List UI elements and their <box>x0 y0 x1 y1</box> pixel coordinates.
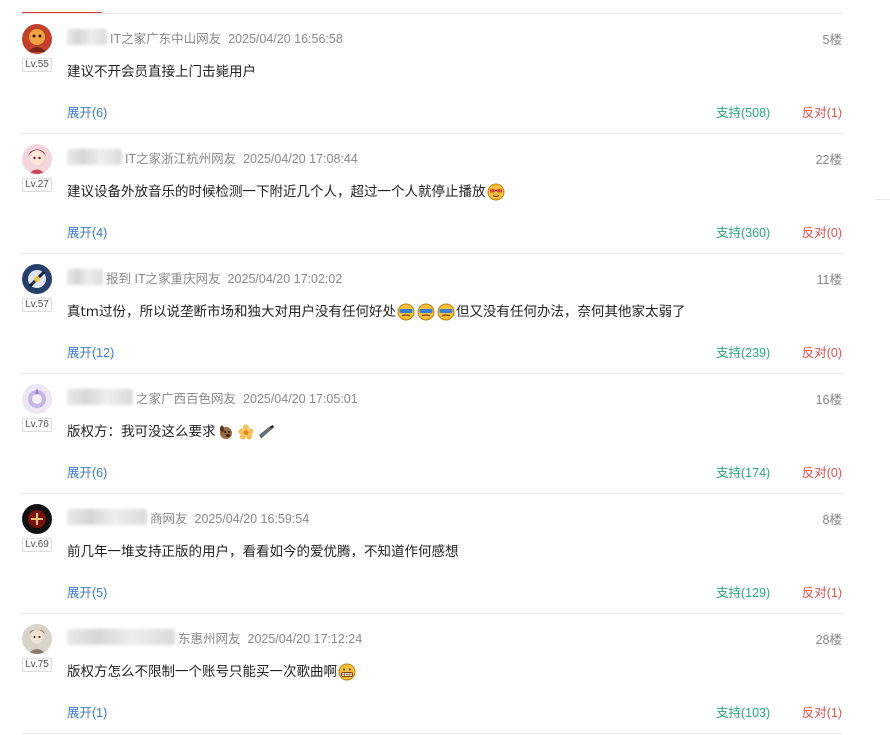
user-level-badge: Lv.76 <box>22 418 52 432</box>
expand-replies-link[interactable]: 展开(4) <box>67 222 107 241</box>
dog-emoji-icon <box>217 423 235 441</box>
expand-replies-link[interactable]: 展开(12) <box>67 342 114 361</box>
grimace-emoji-icon <box>338 663 356 681</box>
comment-time: 2025/04/20 16:56:58 <box>228 31 343 46</box>
blurred-username <box>67 509 147 525</box>
knife-emoji-icon <box>257 423 275 441</box>
user-location: 东惠州网友 <box>178 631 241 646</box>
comment-item: Lv.76 之家广西百色网友 2025/04/20 17:05:01 16楼 版权… <box>0 374 842 494</box>
floor-number: 28楼 <box>815 633 842 647</box>
floor-number: 22楼 <box>815 153 842 167</box>
comment-time: 2025/04/20 17:02:02 <box>227 271 343 286</box>
comment-meta: IT之家浙江杭州网友 2025/04/20 17:08:44 <box>67 149 358 166</box>
comment-text: 建议不开会员直接上门击毙用户 <box>67 64 256 80</box>
user-level-badge: Lv.27 <box>22 178 52 192</box>
comment-meta: 之家广西百色网友 2025/04/20 17:05:01 <box>67 389 358 406</box>
comment-item: Lv.27 IT之家浙江杭州网友 2025/04/20 17:08:44 22楼 … <box>0 134 842 254</box>
oppose-button[interactable]: 反对(0) <box>802 222 842 241</box>
user-location: 之家广西百色网友 <box>136 391 237 406</box>
floor-number: 8楼 <box>822 513 842 527</box>
comment-meta: 商网友 2025/04/20 16:59:54 <box>67 509 310 526</box>
blurred-username <box>67 29 107 45</box>
support-button[interactable]: 支持(103) <box>716 702 770 721</box>
comment-item: Lv.75 东惠州网友 2025/04/20 17:12:24 28楼 版权方怎么… <box>0 614 842 734</box>
expand-replies-link[interactable]: 展开(6) <box>67 462 107 481</box>
avatar[interactable] <box>22 144 52 174</box>
comment-time: 2025/04/20 17:05:01 <box>243 391 358 406</box>
comment-divider <box>22 733 842 734</box>
user-location: IT之家广东中山网友 <box>110 31 222 46</box>
avatar[interactable] <box>22 624 52 654</box>
comment-text: 前几年一堆支持正版的用户，看看如今的爱优腾，不知道作何感想 <box>67 544 459 560</box>
comment-item: Lv.55 IT之家广东中山网友 2025/04/20 16:56:58 5楼 建… <box>0 14 842 134</box>
sunglasses-emoji-icon <box>487 183 505 201</box>
floor-number: 11楼 <box>816 273 842 287</box>
support-button[interactable]: 支持(508) <box>716 102 770 121</box>
crying-emoji-icon <box>417 303 435 321</box>
comment-meta: 东惠州网友 2025/04/20 17:12:24 <box>67 629 363 646</box>
support-button[interactable]: 支持(360) <box>716 222 770 241</box>
avatar[interactable] <box>22 384 52 414</box>
avatar[interactable] <box>22 504 52 534</box>
blurred-username <box>67 149 122 165</box>
avatar[interactable] <box>22 24 52 54</box>
comment-time: 2025/04/20 17:12:24 <box>247 631 363 646</box>
oppose-button[interactable]: 反对(0) <box>802 462 842 481</box>
user-level-badge: Lv.57 <box>22 298 52 312</box>
crying-emoji-icon <box>437 303 455 321</box>
floor-number: 5楼 <box>822 33 842 47</box>
comment-text: 真tm过份，所以说垄断市场和独大对用户没有任何好处 但又没有任何办法，奈何其他家… <box>67 303 686 321</box>
expand-replies-link[interactable]: 展开(6) <box>67 102 107 121</box>
comment-meta: 报到 IT之家重庆网友 2025/04/20 17:02:02 <box>67 269 343 286</box>
user-level-badge: Lv.75 <box>22 658 52 672</box>
user-level-badge: Lv.55 <box>22 58 52 72</box>
expand-replies-link[interactable]: 展开(5) <box>67 582 107 601</box>
comment-item: Lv.69 商网友 2025/04/20 16:59:54 8楼 前几年一堆支持正… <box>0 494 842 614</box>
oppose-button[interactable]: 反对(1) <box>802 582 842 601</box>
comment-meta: IT之家广东中山网友 2025/04/20 16:56:58 <box>67 29 343 46</box>
flower-emoji-icon <box>237 423 255 441</box>
user-location: 商网友 <box>150 511 188 526</box>
user-location: 报到 IT之家重庆网友 <box>106 271 221 286</box>
oppose-button[interactable]: 反对(0) <box>802 342 842 361</box>
crying-emoji-icon <box>397 303 415 321</box>
comment-time: 2025/04/20 16:59:54 <box>194 511 310 526</box>
comment-time: 2025/04/20 17:08:44 <box>243 151 358 166</box>
user-level-badge: Lv.69 <box>22 538 52 552</box>
comment-text: 建议设备外放音乐的时候检测一下附近几个人，超过一个人就停止播放 <box>67 181 506 203</box>
comment-text: 版权方：我可没这么要求 <box>67 421 276 443</box>
oppose-button[interactable]: 反对(1) <box>802 702 842 721</box>
avatar[interactable] <box>22 264 52 294</box>
expand-replies-link[interactable]: 展开(1) <box>67 702 107 721</box>
support-button[interactable]: 支持(129) <box>716 582 770 601</box>
blurred-username <box>67 269 103 285</box>
oppose-button[interactable]: 反对(1) <box>802 102 842 121</box>
blurred-username <box>67 629 175 645</box>
comment-text: 版权方怎么不限制一个账号只能买一次歌曲啊 <box>67 661 357 683</box>
blurred-username <box>67 389 133 405</box>
comment-item: Lv.57 报到 IT之家重庆网友 2025/04/20 17:02:02 11楼… <box>0 254 842 374</box>
floor-number: 16楼 <box>815 393 842 407</box>
support-button[interactable]: 支持(239) <box>716 342 770 361</box>
side-divider <box>876 199 890 200</box>
support-button[interactable]: 支持(174) <box>716 462 770 481</box>
user-location: IT之家浙江杭州网友 <box>125 151 237 166</box>
